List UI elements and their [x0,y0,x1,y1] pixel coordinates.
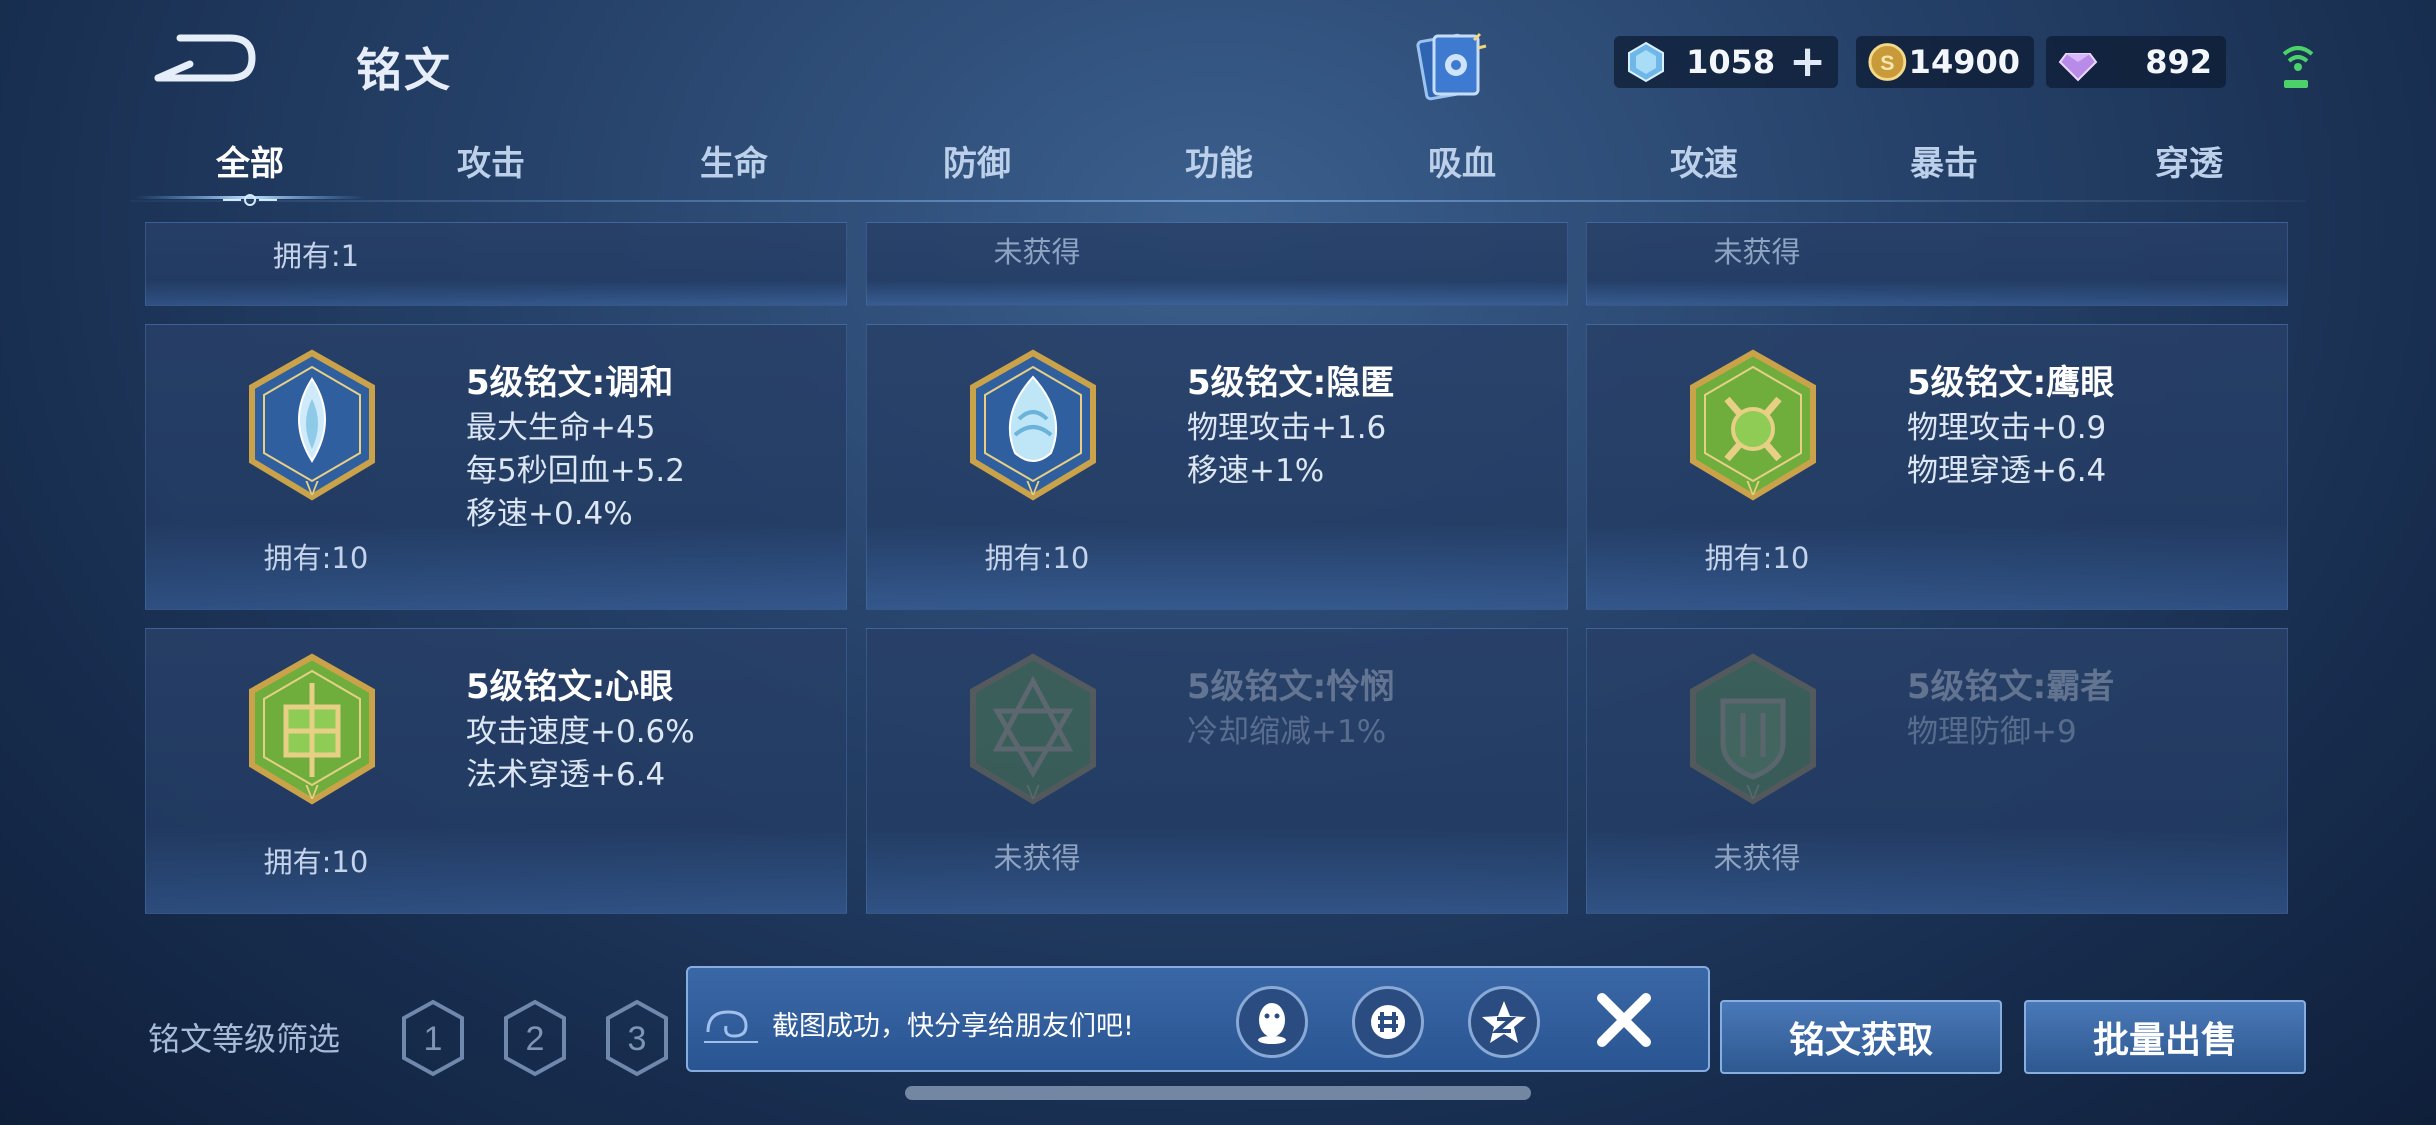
svg-text:V: V [1746,478,1760,500]
rune-attribute: 物理攻击+0.9 [1907,410,2107,446]
rune-book-icon[interactable] [1408,28,1492,106]
moments-share-button[interactable] [1352,986,1424,1058]
rune-attribute: 物理攻击+1.6 [1187,410,1387,446]
harmony-rune-icon: V [249,349,375,501]
mercy-rune-icon: V [970,653,1096,805]
cloud-swirl-icon [704,1010,758,1043]
level-number: 2 [526,1020,545,1058]
rune-name: 5级铭文:霸者 [1907,667,2115,707]
rune-attribute: 物理防御+9 [1907,714,2077,750]
rune-attribute: 攻击速度+0.6% [466,714,695,750]
owned-count: 未获得 [993,235,1081,269]
batch-sell-button[interactable]: 批量出售 [2024,1000,2306,1074]
network-signal-icon [2282,46,2314,88]
wechat-moments-icon [1371,1005,1405,1039]
rune-attributes: 物理攻击+1.6 移速+1% [1187,407,1386,493]
level-filter-3[interactable]: 3 [602,998,672,1078]
rune-card[interactable]: V 5级铭文:鹰眼 物理攻击+0.9 物理穿透+6.4 拥有:10 [1586,324,2288,610]
gem-currency: 892 [2046,36,2226,88]
toast-message: 截图成功，快分享给朋友们吧! [772,1011,1134,1042]
svg-text:V: V [1746,782,1760,804]
stealth-rune-icon: V [970,349,1096,501]
tab-attack-speed[interactable]: 攻速 [1604,136,1804,185]
hawkeye-rune-icon: V [1690,349,1816,501]
rune-attribute: 法术穿透+6.4 [466,757,666,793]
owned-count: 拥有:10 [263,845,369,879]
home-indicator[interactable] [905,1086,1531,1100]
get-rune-button[interactable]: 铭文获取 [1720,1000,2002,1074]
rune-attributes: 物理攻击+0.9 物理穿透+6.4 [1907,407,2106,493]
rune-attribute: 物理穿透+6.4 [1907,453,2107,489]
rune-attribute: 移速+1% [1187,453,1325,489]
rune-card[interactable]: V 5级铭文:霸者 物理防御+9 未获得 [1586,628,2288,914]
rune-attribute: 每5秒回血+5.2 [466,453,685,489]
rune-attributes: 冷却缩减+1% [1187,711,1386,754]
qzone-icon [1482,1001,1526,1043]
owned-count: 拥有:10 [984,541,1090,575]
back-arrow-icon[interactable] [150,28,260,88]
tab-divider [130,200,2306,202]
gold-value: 14900 [1908,43,2020,81]
tab-utility[interactable]: 功能 [1119,136,1319,185]
qzone-share-button[interactable] [1468,986,1540,1058]
rune-attributes: 物理防御+9 [1907,711,2077,754]
screenshot-share-toast: 截图成功，快分享给朋友们吧! [686,966,1710,1072]
svg-text:V: V [1026,478,1040,500]
rune-attribute: 冷却缩减+1% [1187,714,1387,750]
diamond-currency: 1058 + [1614,36,1838,88]
close-icon[interactable] [1588,984,1660,1056]
rune-card-partial[interactable]: 拥有:1 [145,222,847,306]
tab-attack[interactable]: 攻击 [391,136,591,185]
page-title: 铭文 [356,43,452,97]
overlord-rune-icon: V [1690,653,1816,805]
rune-card[interactable]: V 5级铭文:怜悯 冷却缩减+1% 未获得 [866,628,1568,914]
mind-eye-rune-icon: V [249,653,375,805]
category-tabs: 全部 攻击 生命 防御 功能 吸血 攻速 暴击 穿透 [130,136,2306,200]
tab-health[interactable]: 生命 [634,136,834,185]
purple-gem-icon [2058,53,2098,82]
rune-card[interactable]: V 5级铭文:心眼 攻击速度+0.6% 法术穿透+6.4 拥有:10 [145,628,847,914]
rune-card[interactable]: V 5级铭文:调和 最大生命+45 每5秒回血+5.2 移速+0.4% 拥有:1… [145,324,847,610]
qq-icon [1258,1003,1286,1044]
rune-attribute: 移速+0.4% [466,496,633,532]
owned-count: 未获得 [1713,841,1801,875]
rune-attributes: 攻击速度+0.6% 法术穿透+6.4 [466,711,695,797]
level-number: 3 [628,1020,647,1058]
diamond-coupon-icon [1628,41,1664,83]
tab-all[interactable]: 全部 [150,136,350,185]
rune-name: 5级铭文:怜悯 [1187,667,1395,707]
svg-text:V: V [305,782,319,804]
svg-text:S: S [1880,51,1894,75]
rune-card-partial[interactable]: 未获得 [1586,222,2288,306]
owned-count: 未获得 [1713,235,1801,269]
level-filter-2[interactable]: 2 [500,998,570,1078]
rune-card-partial[interactable]: 未获得 [866,222,1568,306]
level-number: 1 [424,1020,443,1058]
qq-share-button[interactable] [1236,986,1308,1058]
rune-attributes: 最大生命+45 每5秒回血+5.2 移速+0.4% [466,407,685,536]
gem-value: 892 [2145,43,2212,81]
svg-text:V: V [305,478,319,500]
tab-lifesteal[interactable]: 吸血 [1362,136,1562,185]
rune-card[interactable]: V 5级铭文:隐匿 物理攻击+1.6 移速+1% 拥有:10 [866,324,1568,610]
owned-count: 拥有:10 [1704,541,1810,575]
rune-attribute: 最大生命+45 [466,410,656,446]
rune-name: 5级铭文:调和 [466,363,674,403]
diamond-value: 1058 [1686,43,1776,81]
level-filter-label: 铭文等级筛选 [148,1020,341,1058]
rune-name: 5级铭文:心眼 [466,667,674,707]
add-currency-button[interactable]: + [1789,40,1826,84]
tab-defense[interactable]: 防御 [877,136,1077,185]
rune-name: 5级铭文:鹰眼 [1907,363,2115,403]
owned-count: 拥有:10 [263,541,369,575]
gold-coin-icon: S [1868,43,1907,81]
level-filter-1[interactable]: 1 [398,998,468,1078]
gold-currency: S 14900 [1856,36,2034,88]
rune-name: 5级铭文:隐匿 [1187,363,1395,403]
tab-penetration[interactable]: 穿透 [2089,136,2289,185]
owned-count: 未获得 [993,841,1081,875]
svg-text:V: V [1026,782,1040,804]
owned-count: 拥有:1 [272,239,360,273]
tab-critical[interactable]: 暴击 [1844,136,2044,185]
